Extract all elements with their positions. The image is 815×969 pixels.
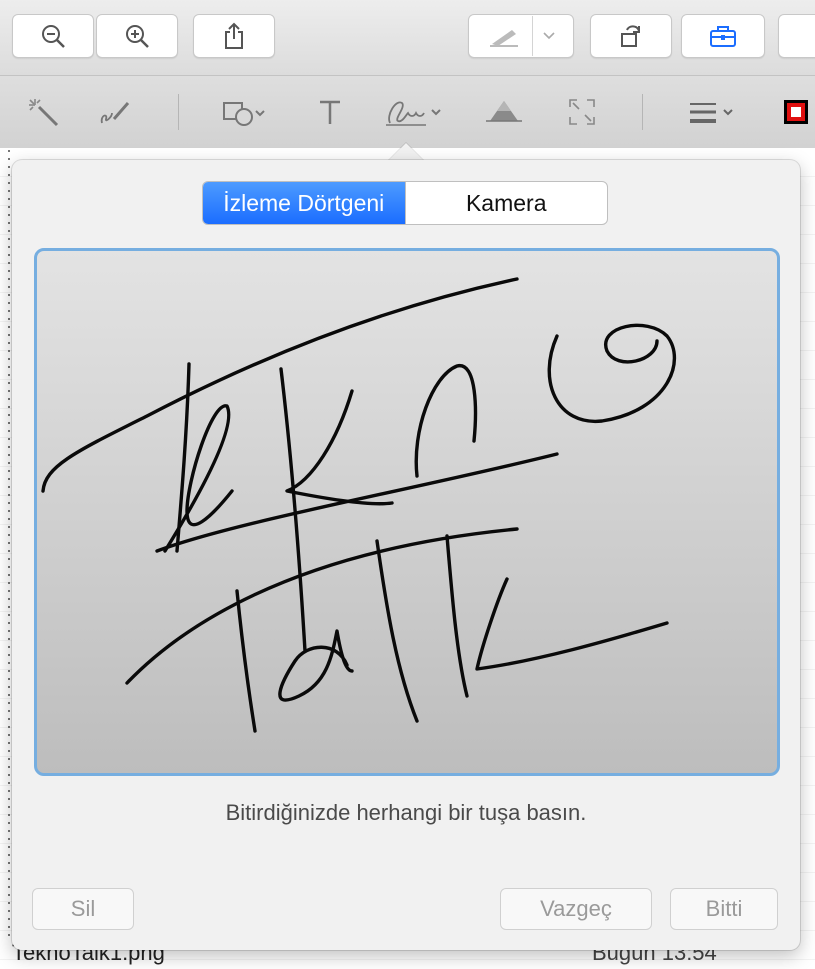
signature-popover: İzleme Dörtgeni Kamera Bitirdiğinizde he…: [12, 160, 800, 950]
search-button[interactable]: [778, 14, 815, 58]
toolbox-icon: [710, 26, 736, 47]
text-icon: [320, 100, 340, 124]
adjust-color-tool[interactable]: [478, 90, 530, 134]
highlight-button[interactable]: [468, 14, 574, 58]
share-button[interactable]: [193, 14, 275, 58]
instant-alpha-icon: [29, 99, 59, 127]
border-color-tool[interactable]: [776, 90, 815, 134]
popover-arrow: [388, 143, 424, 161]
document-margin-dots: [8, 150, 10, 940]
line-style-icon: [690, 103, 733, 123]
signature-tool[interactable]: [378, 90, 450, 134]
clear-button[interactable]: Sil: [32, 888, 134, 930]
shapes-tool[interactable]: [214, 90, 274, 134]
markup-toolbar-button[interactable]: [681, 14, 765, 58]
signature-drawing-pad[interactable]: [34, 248, 780, 776]
adjust-size-tool[interactable]: [560, 90, 604, 134]
markup-toolbar: [0, 75, 815, 149]
signature-source-segmented-control: İzleme Dörtgeni Kamera: [202, 181, 608, 225]
share-icon: [225, 22, 243, 49]
chevron-down-icon: [542, 32, 555, 40]
rotate-button[interactable]: [590, 14, 672, 58]
segment-camera[interactable]: Kamera: [406, 182, 608, 224]
instant-alpha-tool[interactable]: [22, 90, 66, 134]
sketch-tool[interactable]: [92, 90, 136, 134]
rotate-icon: [621, 25, 640, 47]
adjust-size-icon: [569, 99, 595, 125]
toolbar-divider: [642, 94, 643, 130]
toolbar-divider: [178, 94, 179, 130]
done-button[interactable]: Bitti: [670, 888, 778, 930]
highlighter-icon: [489, 30, 518, 47]
text-tool[interactable]: [308, 90, 352, 134]
zoom-in-icon: [126, 25, 149, 48]
zoom-out-button[interactable]: [12, 14, 94, 58]
shapes-icon: [223, 102, 265, 126]
border-color-icon: [784, 100, 808, 124]
zoom-out-icon: [42, 25, 65, 48]
signature-icon: [386, 101, 441, 126]
window-toolbar: [0, 0, 815, 75]
zoom-in-button[interactable]: [96, 14, 178, 58]
signature-instruction: Bitirdiğinizde herhangi bir tuşa basın.: [225, 800, 587, 825]
sketch-icon: [100, 102, 130, 124]
cancel-button[interactable]: Vazgeç: [500, 888, 652, 930]
segment-trackpad[interactable]: İzleme Dörtgeni: [203, 182, 406, 224]
signature-drawing: [41, 277, 677, 733]
line-style-tool[interactable]: [682, 90, 746, 134]
adjust-color-icon: [486, 101, 522, 122]
